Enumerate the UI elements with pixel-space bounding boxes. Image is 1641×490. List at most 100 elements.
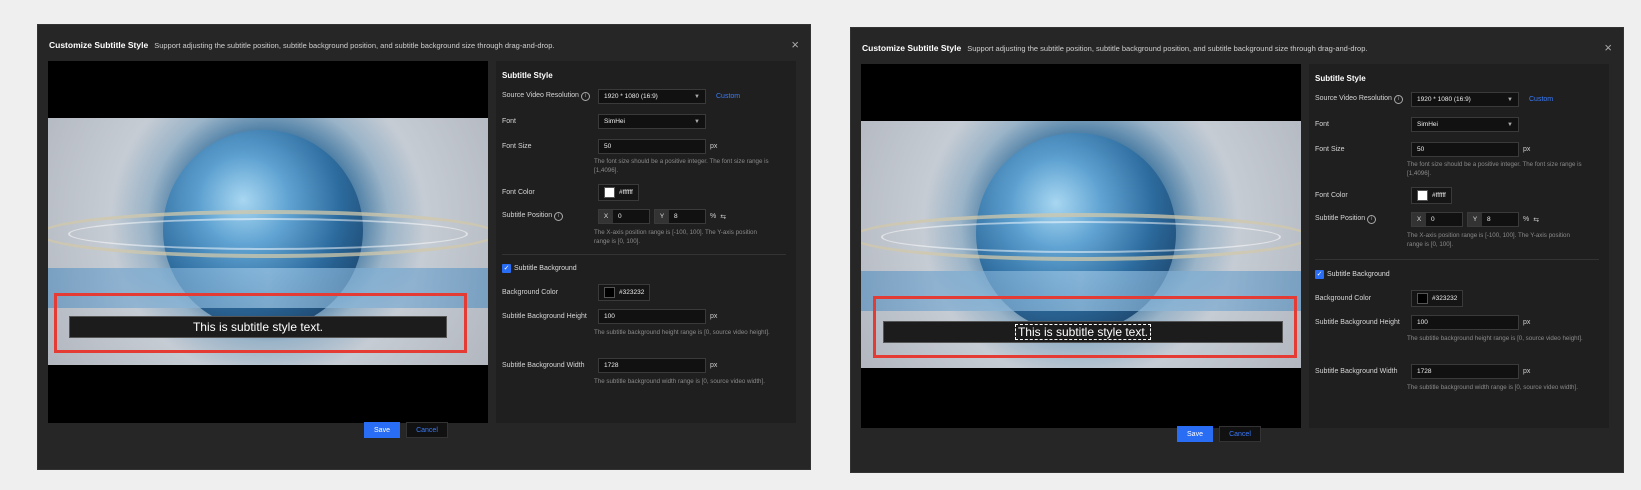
resolution-select[interactable]: 1920 * 1080 (16:9) ▼ [1411,92,1519,107]
font-size-input[interactable]: 50 [1411,142,1519,157]
background-height-row: Subtitle Background Height 100 px [502,309,717,324]
background-width-label: Subtitle Background Width [1315,368,1398,375]
resolution-row: Source Video Resolution i 1920 * 1080 (16… [502,89,740,104]
background-width-label: Subtitle Background Width [502,362,585,369]
background-height-unit: px [710,313,718,320]
subtitle-text[interactable]: This is subtitle style text. [1014,324,1152,340]
resolution-select[interactable]: 1920 * 1080 (16:9) ▼ [598,89,706,104]
background-height-input[interactable]: 100 [598,309,706,324]
subtitle-position-label: Subtitle Position i [1315,215,1411,224]
dialog-description: Support adjusting the subtitle position,… [154,40,555,50]
save-button[interactable]: Save [364,422,400,438]
dialog-description: Support adjusting the subtitle position,… [967,43,1368,53]
font-select[interactable]: SimHei ▼ [598,114,706,129]
background-color-label: Background Color [502,289,559,296]
info-icon: i [1393,95,1403,104]
cancel-button[interactable]: Cancel [1219,426,1261,442]
font-select[interactable]: SimHei ▼ [1411,117,1519,132]
chevron-down-icon: ▼ [1507,96,1513,103]
background-height-input[interactable]: 100 [1411,315,1519,330]
font-size-label: Font Size [1315,146,1345,153]
background-width-hint: The subtitle background width range is [… [594,378,765,385]
position-unit: % [710,213,717,220]
background-width-hint: The subtitle background width range is [… [1407,384,1578,391]
chevron-down-icon: ▼ [694,118,700,125]
chevron-down-icon: ▼ [1507,121,1513,128]
background-height-row: Subtitle Background Height 100 px [1315,315,1530,330]
background-width-unit: px [1523,368,1531,375]
background-color-row: Background Color #323232 [1315,290,1464,307]
customize-subtitle-dialog: Customize Subtitle Style Support adjusti… [37,24,811,470]
customize-subtitle-dialog-2: Customize Subtitle Style Support adjusti… [850,27,1624,473]
subtitle-background-box[interactable]: This is subtitle style text. [883,321,1283,343]
custom-link[interactable]: Custom [716,93,740,100]
background-height-hint: The subtitle background height range is … [1407,335,1583,342]
background-width-row: Subtitle Background Width 1728 px [1315,364,1530,379]
background-height-unit: px [1523,319,1531,326]
font-size-input[interactable]: 50 [598,139,706,154]
resolution-row: Source Video Resolution i 1920 * 1080 (16… [1315,92,1553,107]
video-preview[interactable]: This is subtitle style text. [861,64,1301,428]
position-x-input[interactable]: X0 [598,209,650,224]
font-row: Font SimHei ▼ [502,114,706,129]
font-color-picker[interactable]: #ffffff [598,184,639,201]
inner-ring-graphic [68,218,468,250]
subtitle-position-row: Subtitle Position i X0 Y8 % ⇆ [502,209,726,224]
dialog-title: Customize Subtitle Style [862,43,962,53]
background-height-label: Subtitle Background Height [502,313,587,320]
info-icon: i [1367,215,1377,224]
position-x-input[interactable]: X0 [1411,212,1463,227]
font-size-row: Font Size 50 px [502,139,717,154]
position-unit: % [1523,216,1530,223]
font-color-row: Font Color #ffffff [1315,187,1452,204]
subtitle-background-label[interactable]: Subtitle Background [514,265,577,272]
check-icon[interactable]: ✓ [1315,270,1324,279]
font-size-label: Font Size [502,143,532,150]
font-size-hint: The font size should be a positive integ… [594,158,769,174]
custom-link[interactable]: Custom [1529,96,1553,103]
background-width-input[interactable]: 1728 [598,358,706,373]
position-y-input[interactable]: Y8 [1467,212,1519,227]
subtitle-background-label[interactable]: Subtitle Background [1327,271,1390,278]
subtitle-background-box[interactable]: This is subtitle style text. [69,316,447,338]
subtitle-position-row: Subtitle Position i X0 Y8 % ⇆ [1315,212,1539,227]
swap-icon[interactable]: ⇆ [1533,216,1539,224]
font-color-row: Font Color #ffffff [502,184,639,201]
font-label: Font [502,118,517,125]
font-label: Font [1315,121,1330,128]
font-size-row: Font Size 50 px [1315,142,1530,157]
resolution-label: Source Video Resolution i [502,92,598,101]
chevron-down-icon: ▼ [694,93,700,100]
info-icon: i [554,212,564,221]
resolution-label: Source Video Resolution i [1315,95,1411,104]
position-y-input[interactable]: Y8 [654,209,706,224]
close-icon[interactable]: × [1604,40,1612,56]
subtitle-text[interactable]: This is subtitle style text. [193,320,323,334]
dialog-title: Customize Subtitle Style [49,40,149,50]
inner-ring-graphic [881,221,1281,253]
subtitle-position-hint: The X-axis position range is [-100, 100]… [1407,232,1570,248]
dialog-header: Customize Subtitle Style Support adjusti… [862,40,1612,56]
background-color-picker[interactable]: #323232 [1411,290,1464,307]
divider [502,254,786,255]
font-color-picker[interactable]: #ffffff [1411,187,1452,204]
font-color-label: Font Color [502,189,535,196]
section-title: Subtitle Style [1315,74,1366,83]
background-height-label: Subtitle Background Height [1315,319,1400,326]
background-color-picker[interactable]: #323232 [598,284,651,301]
close-icon[interactable]: × [791,37,799,53]
cancel-button[interactable]: Cancel [406,422,448,438]
save-button[interactable]: Save [1177,426,1213,442]
background-color-swatch [604,287,615,298]
font-color-swatch [604,187,615,198]
subtitle-style-panel: Subtitle Style Source Video Resolution i … [496,61,796,423]
font-color-swatch [1417,190,1428,201]
swap-icon[interactable]: ⇆ [720,213,726,221]
subtitle-style-panel: Subtitle Style Source Video Resolution i … [1309,64,1609,428]
background-width-input[interactable]: 1728 [1411,364,1519,379]
video-preview[interactable]: This is subtitle style text. [48,61,488,423]
check-icon[interactable]: ✓ [502,264,511,273]
font-color-label: Font Color [1315,192,1348,199]
subtitle-background-toggle-row: ✓ Subtitle Background [1315,270,1390,279]
dialog-header: Customize Subtitle Style Support adjusti… [49,37,799,53]
